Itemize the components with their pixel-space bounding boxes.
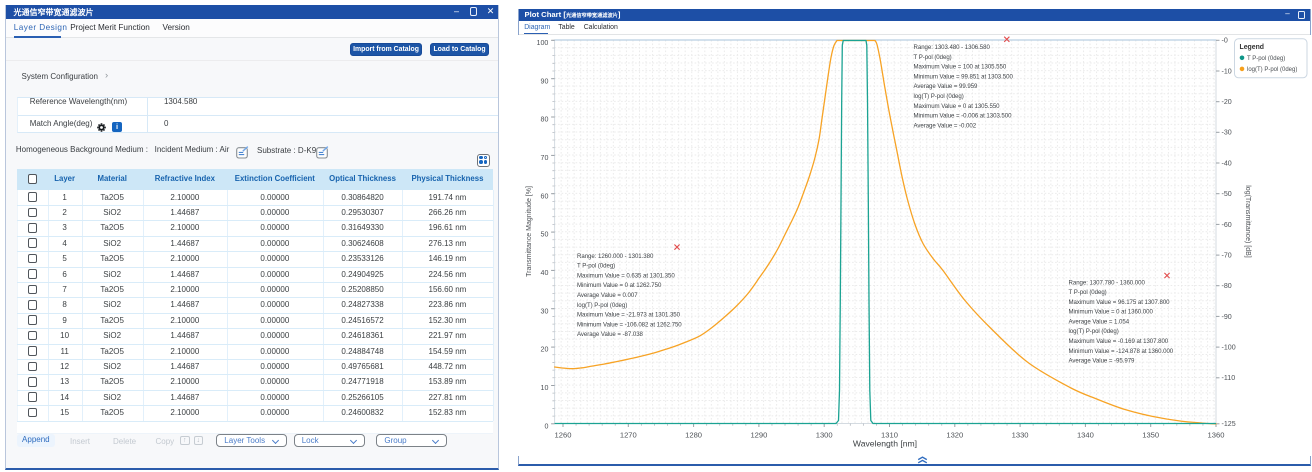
svg-text:log(T) P-pol (0deg): log(T) P-pol (0deg) [577, 301, 627, 308]
svg-text:Range: 1303.480 - 1306.580: Range: 1303.480 - 1306.580 [914, 44, 991, 51]
svg-text:50: 50 [541, 230, 549, 238]
svg-text:Average Value = -87.038: Average Value = -87.038 [577, 331, 644, 338]
svg-text:-10: -10 [1222, 67, 1232, 75]
svg-text:-90: -90 [1222, 312, 1232, 320]
svg-text:Minimum Value = -0.006 at 1303: Minimum Value = -0.006 at 1303.500 [914, 112, 1013, 119]
svg-text:1350: 1350 [1142, 430, 1159, 439]
svg-text:-70: -70 [1222, 251, 1232, 259]
svg-text:-40: -40 [1222, 159, 1232, 167]
svg-text:-125: -125 [1222, 420, 1236, 428]
svg-text:-20: -20 [1222, 98, 1232, 106]
svg-text:1320: 1320 [946, 430, 963, 439]
svg-text:Range: 1260.000 - 1301.380: Range: 1260.000 - 1301.380 [577, 252, 654, 259]
svg-text:Minimum Value = 99.851 at 1303: Minimum Value = 99.851 at 1303.500 [914, 73, 1014, 80]
svg-text:20: 20 [541, 345, 549, 353]
svg-text:Legend: Legend [1240, 44, 1265, 51]
svg-text:log(T) P-pol (0deg): log(T) P-pol (0deg) [1247, 67, 1297, 73]
svg-text:Maximum Value = 0.635 at 1301.: Maximum Value = 0.635 at 1301.350 [577, 272, 675, 279]
svg-text:Maximum Value = 100 at 1305.55: Maximum Value = 100 at 1305.550 [914, 63, 1007, 70]
svg-text:T P-pol (0deg): T P-pol (0deg) [1247, 56, 1285, 62]
svg-text:Maximum Value = -0.169 at 1307: Maximum Value = -0.169 at 1307.800 [1069, 338, 1169, 345]
svg-text:-80: -80 [1222, 282, 1232, 290]
svg-text:100: 100 [537, 38, 549, 46]
svg-text:1360: 1360 [1208, 430, 1225, 439]
svg-text:Wavelength [nm]: Wavelength [nm] [853, 438, 917, 448]
svg-text:T P-pol (0deg): T P-pol (0deg) [1069, 289, 1107, 296]
svg-text:T P-pol (0deg): T P-pol (0deg) [577, 262, 615, 269]
svg-text:-30: -30 [1222, 128, 1232, 136]
svg-text:Transmittance Magnitude [%]: Transmittance Magnitude [%] [526, 186, 533, 277]
svg-text:90: 90 [541, 77, 549, 85]
svg-text:Average Value = 1.054: Average Value = 1.054 [1069, 318, 1130, 325]
svg-text:60: 60 [541, 192, 549, 200]
svg-text:Maximum Value = -21.973 at 130: Maximum Value = -21.973 at 1301.350 [577, 311, 681, 318]
svg-text:1270: 1270 [620, 430, 637, 439]
svg-text:1330: 1330 [1012, 430, 1029, 439]
svg-text:Average Value = -95.979: Average Value = -95.979 [1069, 357, 1136, 364]
svg-text:Minimum Value = 0 at 1262.750: Minimum Value = 0 at 1262.750 [577, 282, 662, 289]
svg-text:log(T) P-pol (0deg): log(T) P-pol (0deg) [914, 93, 964, 100]
svg-text:Average Value = -0.002: Average Value = -0.002 [914, 122, 977, 129]
svg-text:1340: 1340 [1077, 430, 1094, 439]
svg-text:-50: -50 [1222, 190, 1232, 198]
svg-text:0: 0 [544, 422, 548, 430]
svg-text:70: 70 [541, 154, 549, 162]
svg-text:-60: -60 [1222, 220, 1232, 228]
svg-text:Range: 1307.780 - 1360.000: Range: 1307.780 - 1360.000 [1069, 279, 1146, 286]
svg-text:30: 30 [541, 307, 549, 315]
svg-text:Minimum Value = -106.082 at 12: Minimum Value = -106.082 at 1262.750 [577, 321, 682, 328]
svg-text:10: 10 [541, 384, 549, 392]
svg-text:-100: -100 [1222, 343, 1236, 351]
svg-text:1280: 1280 [685, 430, 702, 439]
svg-text:1260: 1260 [555, 430, 572, 439]
svg-text:log(Transmittance) [dB]: log(Transmittance) [dB] [1244, 185, 1251, 258]
svg-text:80: 80 [541, 115, 549, 123]
svg-text:Average Value = 99.959: Average Value = 99.959 [914, 83, 979, 90]
svg-text:log(T) P-pol (0deg): log(T) P-pol (0deg) [1069, 328, 1119, 335]
svg-text:40: 40 [541, 269, 549, 277]
svg-text:Minimum Value = 0 at 1360.000: Minimum Value = 0 at 1360.000 [1069, 308, 1154, 315]
svg-text:1290: 1290 [750, 430, 767, 439]
svg-text:Minimum Value = -124.878 at 13: Minimum Value = -124.878 at 1360.000 [1069, 347, 1174, 354]
svg-text:-110: -110 [1222, 374, 1236, 382]
svg-text:1300: 1300 [816, 430, 833, 439]
svg-text:-0: -0 [1222, 36, 1228, 44]
svg-text:T P-pol (0deg): T P-pol (0deg) [914, 53, 952, 60]
svg-text:Maximum Value = 0 at 1305.550: Maximum Value = 0 at 1305.550 [914, 102, 1001, 109]
svg-text:Maximum Value = 96.175 at 1307: Maximum Value = 96.175 at 1307.800 [1069, 298, 1171, 305]
svg-text:Average Value = 0.007: Average Value = 0.007 [577, 292, 638, 299]
